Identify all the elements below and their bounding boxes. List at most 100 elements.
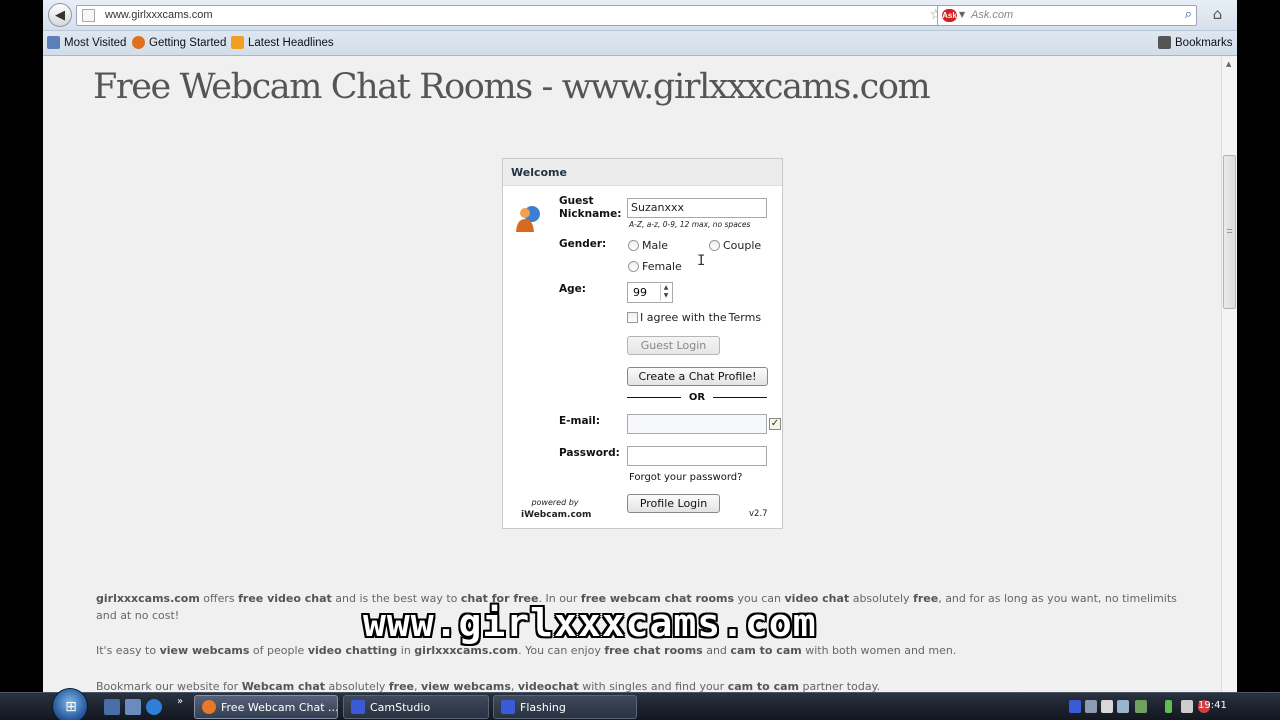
firefox-icon — [202, 700, 216, 714]
powered-by[interactable]: powered by iWebcam.com — [521, 497, 591, 521]
tray-language-icon[interactable] — [1085, 700, 1097, 713]
text: . You can enjoy — [518, 644, 605, 657]
tray-usb-icon[interactable] — [1135, 700, 1147, 713]
email-label: E-mail: — [559, 415, 600, 427]
most-visited-icon — [47, 36, 60, 49]
page-favicon-icon — [82, 9, 95, 22]
system-clock[interactable]: 19:41 — [1198, 700, 1227, 711]
text: video chatting — [307, 644, 398, 657]
terms-link[interactable]: Terms — [729, 311, 761, 324]
text: It's easy to — [96, 644, 160, 657]
start-button[interactable]: ⊞ — [52, 688, 88, 720]
text: in — [397, 644, 415, 657]
text: , — [510, 680, 518, 692]
nickname-input[interactable]: Suzanxxx — [627, 198, 767, 218]
bookmark-getting-started[interactable]: Getting Started — [132, 36, 226, 49]
page-title: Free Webcam Chat Rooms - www.girlxxxcams… — [93, 67, 931, 107]
radio-button-icon[interactable] — [709, 240, 720, 251]
search-engine-dropdown-icon[interactable]: ▼ — [959, 10, 965, 19]
bookmark-latest-headlines[interactable]: Latest Headlines — [231, 36, 334, 49]
quicklaunch-more-icon[interactable]: » — [177, 696, 183, 707]
task-label: Free Webcam Chat ... — [221, 700, 338, 714]
scroll-up-arrow-icon[interactable]: ▲ — [1226, 60, 1231, 68]
create-profile-button[interactable]: Create a Chat Profile! — [627, 367, 768, 386]
password-label: Password: — [559, 447, 620, 459]
text: free video chat — [238, 592, 332, 605]
gender-label: Gender: — [559, 238, 607, 250]
guest-nickname-label: Guest Nickname: — [559, 195, 621, 221]
search-bar[interactable]: Ask ▼ Ask.com ⌕ — [937, 5, 1197, 26]
firefox-icon — [132, 36, 145, 49]
text-cursor-icon: I — [697, 253, 706, 269]
tray-device-icon[interactable] — [1117, 700, 1129, 713]
home-button[interactable]: ⌂ — [1206, 5, 1229, 26]
brand-text: girlxxxcams.com — [96, 592, 200, 605]
page-content: Free Webcam Chat Rooms - www.girlxxxcams… — [43, 57, 1221, 692]
search-icon[interactable]: ⌕ — [1185, 7, 1192, 22]
radio-button-icon[interactable] — [628, 261, 639, 272]
profile-login-button[interactable]: Profile Login — [627, 494, 720, 513]
show-desktop-icon[interactable] — [104, 699, 120, 715]
gender-radio-male[interactable]: Male — [628, 239, 668, 252]
divider-line — [627, 397, 681, 398]
url-bar[interactable]: www.girlxxxcams.com ☆ ▽ ↻ — [76, 5, 969, 26]
tray-app-icon[interactable] — [1069, 700, 1081, 713]
password-field[interactable] — [627, 446, 767, 466]
age-stepper[interactable]: 99 ▲ ▼ — [627, 282, 673, 303]
switch-windows-icon[interactable] — [125, 699, 141, 715]
rss-feed-icon — [231, 36, 244, 49]
radio-label: Male — [642, 239, 669, 252]
text: and — [702, 644, 731, 657]
bookmarks-toolbar: Most Visited Getting Started Latest Head… — [43, 31, 1237, 56]
terms-checkbox[interactable] — [627, 312, 638, 323]
text: videochat — [517, 680, 579, 692]
video-watermark: www.girlxxxcams.com — [363, 601, 817, 645]
radio-label: Couple — [723, 239, 762, 252]
version-label: v2.7 — [749, 509, 768, 519]
forgot-password-link[interactable]: Forgot your password? — [629, 472, 742, 483]
or-text: OR — [688, 392, 706, 403]
gender-radio-female[interactable]: Female — [628, 260, 682, 273]
system-tray — [1065, 695, 1280, 719]
task-camstudio[interactable]: CamStudio — [343, 695, 489, 719]
agree-text: I agree with the — [640, 311, 727, 324]
terms-checkbox-row[interactable]: I agree with the Terms — [627, 311, 761, 324]
guest-login-button[interactable]: Guest Login — [627, 336, 720, 355]
gender-radio-couple[interactable]: Couple — [709, 239, 761, 252]
text: free — [388, 680, 415, 692]
text: Bookmark our website for — [96, 680, 242, 692]
ask-logo-icon[interactable]: Ask — [942, 9, 957, 22]
power-plug-icon[interactable] — [1181, 700, 1193, 713]
task-flashing[interactable]: Flashing — [493, 695, 637, 719]
email-field[interactable] — [627, 414, 767, 434]
nickname-hint: A-Z, a-z, 0-9, 12 max, no spaces — [629, 220, 751, 229]
text: with singles and find your — [578, 680, 728, 692]
vertical-scrollbar[interactable]: ▲ — [1221, 57, 1237, 692]
back-button[interactable]: ◀ — [48, 3, 72, 27]
search-placeholder[interactable]: Ask.com — [971, 9, 1013, 21]
radio-button-icon[interactable] — [628, 240, 639, 251]
or-divider: OR — [627, 392, 768, 403]
home-icon: ⌂ — [1212, 5, 1223, 23]
url-text[interactable]: www.girlxxxcams.com — [105, 9, 213, 21]
text: , — [414, 680, 422, 692]
internet-explorer-icon[interactable] — [146, 699, 162, 715]
text: girlxxxcams.com — [414, 644, 519, 657]
windows-logo-icon: ⊞ — [65, 699, 77, 715]
battery-icon[interactable] — [1165, 700, 1172, 713]
tray-network-icon[interactable] — [1101, 700, 1113, 713]
scroll-thumb[interactable] — [1223, 155, 1236, 309]
flashing-icon — [501, 700, 515, 714]
spinner-arrows-icon[interactable]: ▲ ▼ — [660, 284, 671, 301]
powered-by-link[interactable]: iWebcam.com — [521, 509, 591, 521]
login-panel: Welcome Guest Nickname: Suzanxxx A-Z, a-… — [502, 158, 783, 529]
bookmarks-menu-button[interactable]: Bookmarks — [1158, 36, 1233, 49]
grip-icon — [1227, 229, 1232, 233]
text: absolutely — [325, 680, 389, 692]
radio-label: Female — [642, 260, 682, 273]
task-firefox[interactable]: Free Webcam Chat ... — [194, 695, 338, 719]
bookmark-label: Latest Headlines — [248, 36, 334, 49]
bookmark-most-visited[interactable]: Most Visited — [47, 36, 126, 49]
age-value[interactable]: 99 — [633, 286, 647, 299]
user-avatar-icon — [516, 206, 540, 232]
